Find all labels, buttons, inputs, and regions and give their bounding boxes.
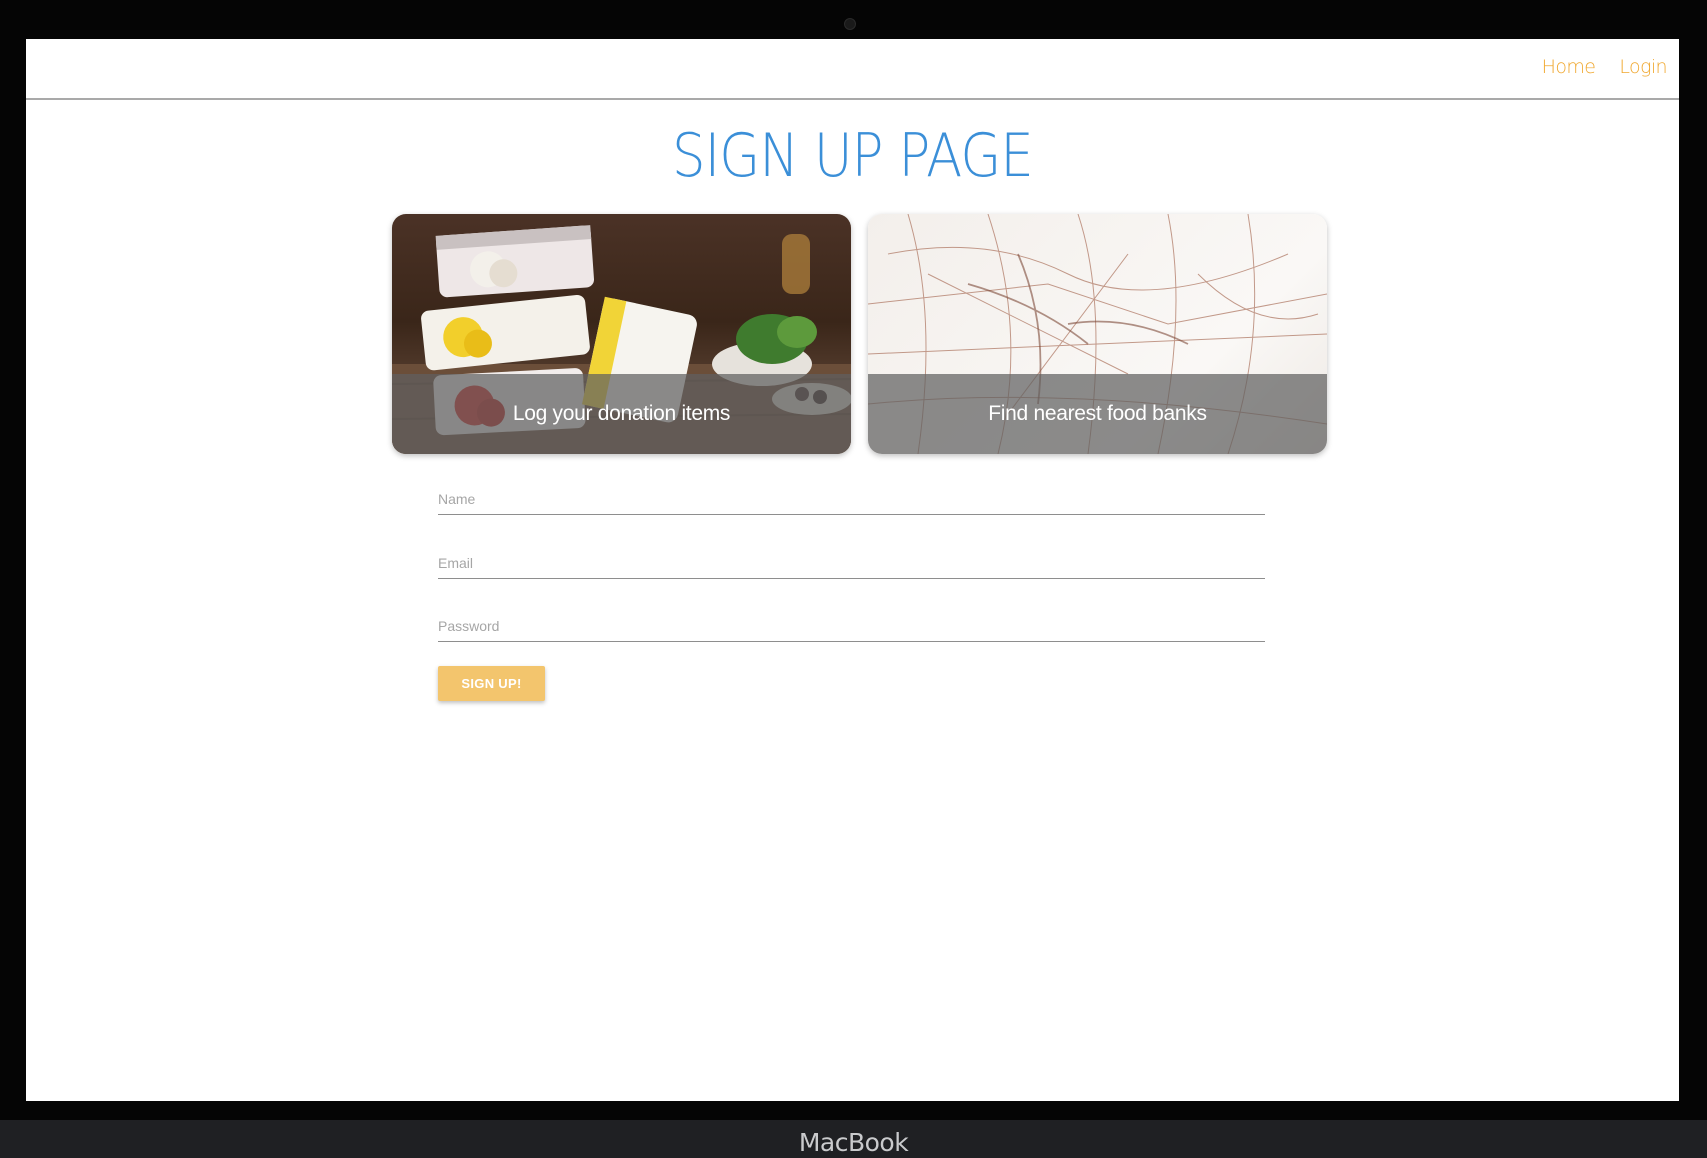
brand-label: MacBook bbox=[798, 1128, 909, 1157]
nav-link-home[interactable]: Home bbox=[1542, 56, 1596, 78]
password-input[interactable] bbox=[438, 612, 1265, 640]
browser-viewport: Home Login SIGN UP PAGE Log your donatio… bbox=[26, 39, 1679, 1101]
card-caption: Find nearest food banks bbox=[988, 402, 1207, 425]
name-field bbox=[438, 485, 1265, 515]
password-field bbox=[438, 612, 1265, 642]
camera-icon bbox=[844, 18, 856, 30]
card-donation-items[interactable]: Log your donation items bbox=[392, 214, 851, 454]
name-input[interactable] bbox=[438, 485, 1265, 513]
card-caption: Log your donation items bbox=[512, 402, 731, 425]
nav-links: Home Login bbox=[1542, 56, 1668, 78]
email-field bbox=[438, 549, 1265, 579]
email-input[interactable] bbox=[438, 549, 1265, 577]
card-food-banks[interactable]: Find nearest food banks bbox=[868, 214, 1327, 454]
page-title: SIGN UP PAGE bbox=[671, 121, 1034, 191]
navbar: Home Login bbox=[26, 39, 1679, 100]
nav-link-login[interactable]: Login bbox=[1619, 56, 1667, 78]
laptop-frame: Home Login SIGN UP PAGE Log your donatio… bbox=[0, 0, 1707, 1158]
signup-button[interactable]: SIGN UP! bbox=[438, 666, 545, 701]
